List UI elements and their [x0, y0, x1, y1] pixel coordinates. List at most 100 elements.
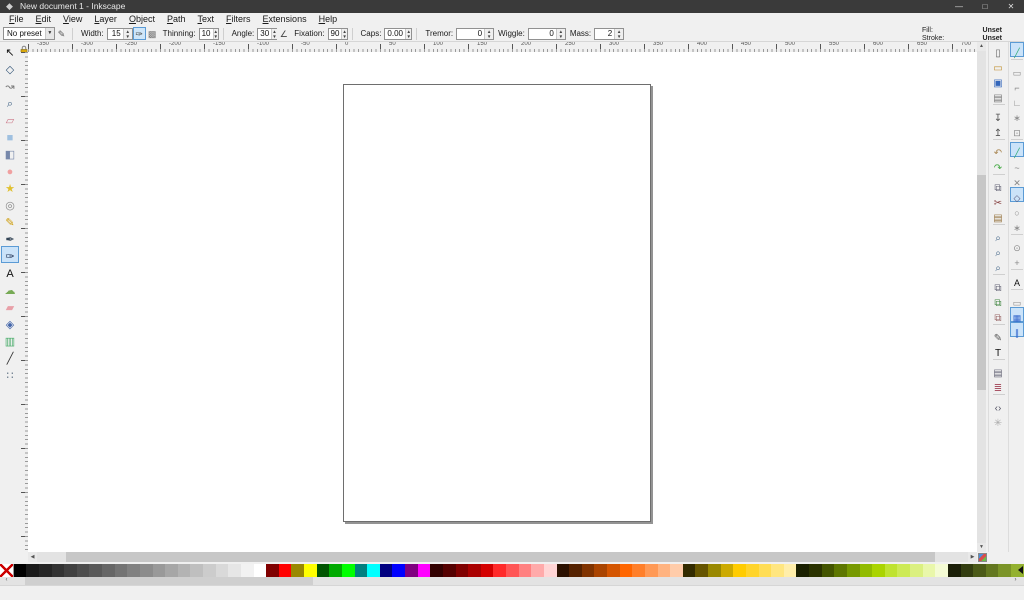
palette-swatch[interactable] — [695, 564, 708, 577]
star-tool[interactable]: ★ — [1, 178, 19, 195]
document-properties-button[interactable]: ▤ — [990, 362, 1006, 377]
palette-swatch[interactable] — [784, 564, 797, 577]
palette-swatch[interactable] — [519, 564, 532, 577]
snap-page-border-toggle[interactable]: ▭ — [1010, 292, 1024, 307]
bezier-pen-tool[interactable]: ✒ — [1, 229, 19, 246]
palette-swatch[interactable] — [64, 564, 77, 577]
canvas[interactable] — [28, 52, 977, 552]
scroll-right-arrow[interactable]: ▶ — [968, 552, 977, 562]
palette-swatch[interactable] — [14, 564, 27, 577]
palette-scroll-left-arrow[interactable]: ‹ — [2, 577, 11, 585]
maximize-button[interactable]: □ — [972, 0, 998, 13]
palette-swatch[interactable] — [241, 564, 254, 577]
palette-scrollbar-thumb[interactable] — [25, 577, 313, 585]
palette-swatch[interactable] — [89, 564, 102, 577]
palette-swatch[interactable] — [569, 564, 582, 577]
dropper-tool[interactable]: ╱ — [1, 348, 19, 365]
palette-swatch[interactable] — [506, 564, 519, 577]
palette-swatch[interactable] — [304, 564, 317, 577]
snap-bbox-centers-toggle[interactable]: ⊡ — [1010, 122, 1024, 137]
palette-scroll-right-arrow[interactable]: › — [1011, 577, 1020, 585]
no-color-swatch[interactable] — [0, 564, 14, 577]
fixation-spinner-arrows[interactable]: ▲▼ — [341, 29, 346, 39]
palette-swatch[interactable] — [708, 564, 721, 577]
palette-swatch[interactable] — [746, 564, 759, 577]
duplicate-button[interactable]: ⧉ — [990, 277, 1006, 292]
palette-swatch[interactable] — [759, 564, 772, 577]
palette-swatch[interactable] — [658, 564, 671, 577]
palette-swatch[interactable] — [77, 564, 90, 577]
new-document-button[interactable]: ▯ — [990, 42, 1006, 57]
rectangle-tool[interactable]: ■ — [1, 127, 19, 144]
palette-swatch[interactable] — [456, 564, 469, 577]
palette-swatch[interactable] — [822, 564, 835, 577]
palette-swatch[interactable] — [721, 564, 734, 577]
angle-spinner-arrows[interactable]: ▲▼ — [271, 29, 276, 39]
palette-swatch[interactable] — [443, 564, 456, 577]
palette-swatch[interactable] — [910, 564, 923, 577]
menu-file[interactable]: File — [3, 13, 30, 26]
palette-swatch[interactable] — [771, 564, 784, 577]
palette-swatch[interactable] — [367, 564, 380, 577]
scroll-down-arrow[interactable]: ▼ — [977, 543, 986, 552]
palette-swatch[interactable] — [796, 564, 809, 577]
measure-tool[interactable]: ▱ — [1, 110, 19, 127]
snap-bbox-edge-midpoints-toggle[interactable]: ∗ — [1010, 107, 1024, 122]
preset-select[interactable]: No preset▼ — [3, 27, 55, 40]
palette-swatch[interactable] — [961, 564, 974, 577]
palette-swatch[interactable] — [405, 564, 418, 577]
fixation-input[interactable]: 90▲▼ — [328, 28, 348, 40]
unlink-clone-button[interactable]: ⧉ — [990, 307, 1006, 322]
export-button[interactable]: ↥ — [990, 122, 1006, 137]
snap-paths-toggle[interactable]: ~ — [1010, 157, 1024, 172]
palette-swatch[interactable] — [872, 564, 885, 577]
snap-bbox-toggle[interactable]: ▭ — [1010, 62, 1024, 77]
menu-path[interactable]: Path — [161, 13, 192, 26]
vertical-scrollbar-thumb[interactable] — [977, 175, 986, 390]
snap-smooth-nodes-toggle[interactable]: ○ — [1010, 202, 1024, 217]
wiggle-spinner-arrows[interactable]: ▲▼ — [556, 29, 565, 39]
save-button[interactable]: ▣ — [990, 72, 1006, 87]
palette-swatch[interactable] — [948, 564, 961, 577]
palette-swatch[interactable] — [670, 564, 683, 577]
palette-swatch[interactable] — [557, 564, 570, 577]
text-dialog-button[interactable]: T — [990, 342, 1006, 357]
width-input[interactable]: 15▲▼ — [107, 28, 133, 40]
snap-bbox-edges-toggle[interactable]: ⌐ — [1010, 77, 1024, 92]
palette-swatch[interactable] — [645, 564, 658, 577]
paste-button[interactable]: ▤ — [990, 207, 1006, 222]
palette-swatch[interactable] — [582, 564, 595, 577]
zoom-drawing-button[interactable]: ⌕ — [990, 242, 1006, 257]
palette-swatch[interactable] — [190, 564, 203, 577]
menu-help[interactable]: Help — [313, 13, 344, 26]
palette-swatch[interactable] — [809, 564, 822, 577]
angle-input[interactable]: 30▲▼ — [257, 28, 277, 40]
palette-swatch[interactable] — [153, 564, 166, 577]
snap-path-intersections-toggle[interactable]: ✕ — [1010, 172, 1024, 187]
palette-swatch[interactable] — [228, 564, 241, 577]
palette-swatch[interactable] — [430, 564, 443, 577]
palette-swatch[interactable] — [885, 564, 898, 577]
palette-swatch[interactable] — [923, 564, 936, 577]
tilt-toggle[interactable]: ∠ — [277, 27, 290, 40]
snap-rotation-centers-toggle[interactable]: + — [1010, 252, 1024, 267]
box3d-tool[interactable]: ◧ — [1, 144, 19, 161]
palette-swatch[interactable] — [115, 564, 128, 577]
node-tool[interactable]: ◇ — [1, 59, 19, 76]
thinning-input[interactable]: 10▲▼ — [199, 28, 219, 40]
palette-swatch[interactable] — [203, 564, 216, 577]
palette-scrollbar[interactable]: ‹ › — [0, 577, 1024, 585]
ellipse-tool[interactable]: ● — [1, 161, 19, 178]
minimize-button[interactable]: — — [946, 0, 972, 13]
menu-filters[interactable]: Filters — [220, 13, 257, 26]
print-button[interactable]: ▤ — [990, 87, 1006, 102]
palette-swatch[interactable] — [733, 564, 746, 577]
snap-bbox-corners-toggle[interactable]: ∟ — [1010, 92, 1024, 107]
snap-cusp-nodes-toggle[interactable]: ◇ — [1010, 187, 1024, 202]
palette-swatch[interactable] — [860, 564, 873, 577]
zoom-tool[interactable]: ⌕ — [1, 93, 19, 110]
palette-swatch[interactable] — [26, 564, 39, 577]
selector-tool[interactable]: ↖ — [1, 42, 19, 59]
palette-swatch[interactable] — [493, 564, 506, 577]
snap-guides-toggle[interactable]: ∥ — [1010, 322, 1024, 337]
